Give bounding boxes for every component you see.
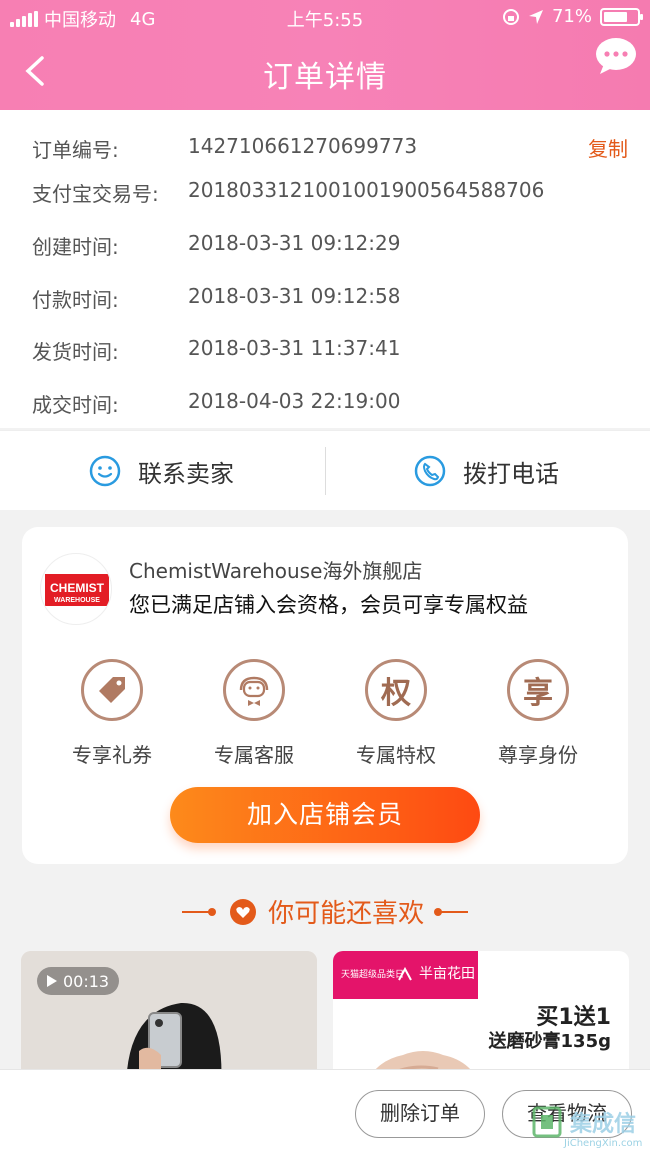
- perk-privilege-label: 专属特权: [356, 743, 436, 767]
- page-title: 订单详情: [263, 60, 387, 95]
- recommend-title: 你可能还喜欢: [268, 899, 425, 929]
- watermark-logo-icon: [532, 1106, 562, 1138]
- alipay-trade-value: 2018033121001001900564588706: [188, 178, 545, 202]
- smile-chat-icon: [89, 455, 121, 487]
- contact-seller-label: 联系卖家: [138, 459, 234, 488]
- privilege-icon: 权: [365, 659, 427, 721]
- video-duration-badge: 00:13: [37, 967, 120, 995]
- header: 中国移动 4G 上午5:55 71% 订单详情: [0, 0, 650, 110]
- completed-time-label: 成交时间:: [32, 393, 119, 417]
- location-icon: [528, 9, 543, 24]
- contact-bar: 联系卖家 拨打电话: [0, 430, 650, 510]
- watermark-text: 集成信: [570, 1112, 637, 1137]
- paid-time-value: 2018-03-31 09:12:58: [188, 284, 401, 308]
- battery-icon: [600, 7, 643, 26]
- completed-time-value: 2018-04-03 22:19:00: [188, 389, 401, 413]
- video-duration: 00:13: [63, 971, 110, 991]
- play-icon: [47, 975, 57, 987]
- perk-coupon[interactable]: 专享礼券: [52, 659, 172, 768]
- alipay-trade-label: 支付宝交易号:: [32, 182, 159, 206]
- contact-seller-button[interactable]: 联系卖家: [88, 431, 234, 511]
- call-phone-label: 拨打电话: [463, 459, 559, 488]
- store-name[interactable]: ChemistWarehouse海外旗舰店: [129, 555, 422, 584]
- decor-line-right: [434, 907, 469, 916]
- decor-line-left: [181, 907, 216, 916]
- call-phone-button[interactable]: 拨打电话: [413, 431, 559, 511]
- perk-service-label: 专属客服: [214, 743, 294, 767]
- watermark-subtext: JiChengXin.com: [564, 1138, 643, 1149]
- contact-divider: [325, 447, 326, 495]
- perk-identity[interactable]: 享 尊享身份: [478, 659, 598, 768]
- copy-button[interactable]: 复制: [588, 133, 628, 162]
- perk-privilege[interactable]: 权 专属特权: [336, 659, 456, 768]
- phone-icon: [414, 455, 446, 487]
- store-logo[interactable]: CHEMIST WAREHOUSE: [40, 553, 112, 625]
- created-time-value: 2018-03-31 09:12:29: [188, 231, 401, 255]
- coupon-tag-icon: [81, 659, 143, 721]
- join-member-button[interactable]: 加入店铺会员: [170, 787, 480, 843]
- perk-identity-label: 尊享身份: [498, 743, 578, 767]
- service-bowtie-icon: [223, 659, 285, 721]
- battery-percent: 71%: [551, 6, 592, 27]
- status-bar: 中国移动 4G 上午5:55 71%: [0, 6, 650, 32]
- order-number-value: 142710661270699773: [188, 134, 418, 158]
- delete-order-button[interactable]: 删除订单: [355, 1090, 485, 1138]
- rotation-lock-icon: [502, 8, 519, 25]
- shipped-time-value: 2018-03-31 11:37:41: [188, 336, 401, 360]
- identity-icon: 享: [507, 659, 569, 721]
- heart-icon: [229, 898, 256, 925]
- logo-text-sub: WAREHOUSE: [54, 597, 100, 604]
- site-watermark: 集成信 JiChengXin.com: [530, 1102, 646, 1154]
- store-member-card: CHEMIST WAREHOUSE ChemistWarehouse海外旗舰店 …: [22, 527, 628, 864]
- logo-text-main: CHEMIST: [50, 581, 105, 595]
- paid-time-label: 付款时间:: [32, 288, 119, 312]
- recommend-header: 你可能还喜欢: [0, 883, 650, 943]
- membership-tip: 您已满足店铺入会资格，会员可享专属权益: [129, 593, 528, 617]
- shipped-time-label: 发货时间:: [32, 340, 119, 364]
- more-chat-icon[interactable]: [594, 36, 638, 80]
- order-number-label: 订单编号:: [32, 138, 119, 162]
- perk-service[interactable]: 专属客服: [194, 659, 314, 768]
- perk-coupon-label: 专享礼券: [72, 743, 152, 767]
- created-time-label: 创建时间:: [32, 235, 119, 259]
- clock: 上午5:55: [286, 10, 364, 31]
- order-info-panel: 订单编号: 142710661270699773 复制 支付宝交易号: 2018…: [0, 110, 650, 428]
